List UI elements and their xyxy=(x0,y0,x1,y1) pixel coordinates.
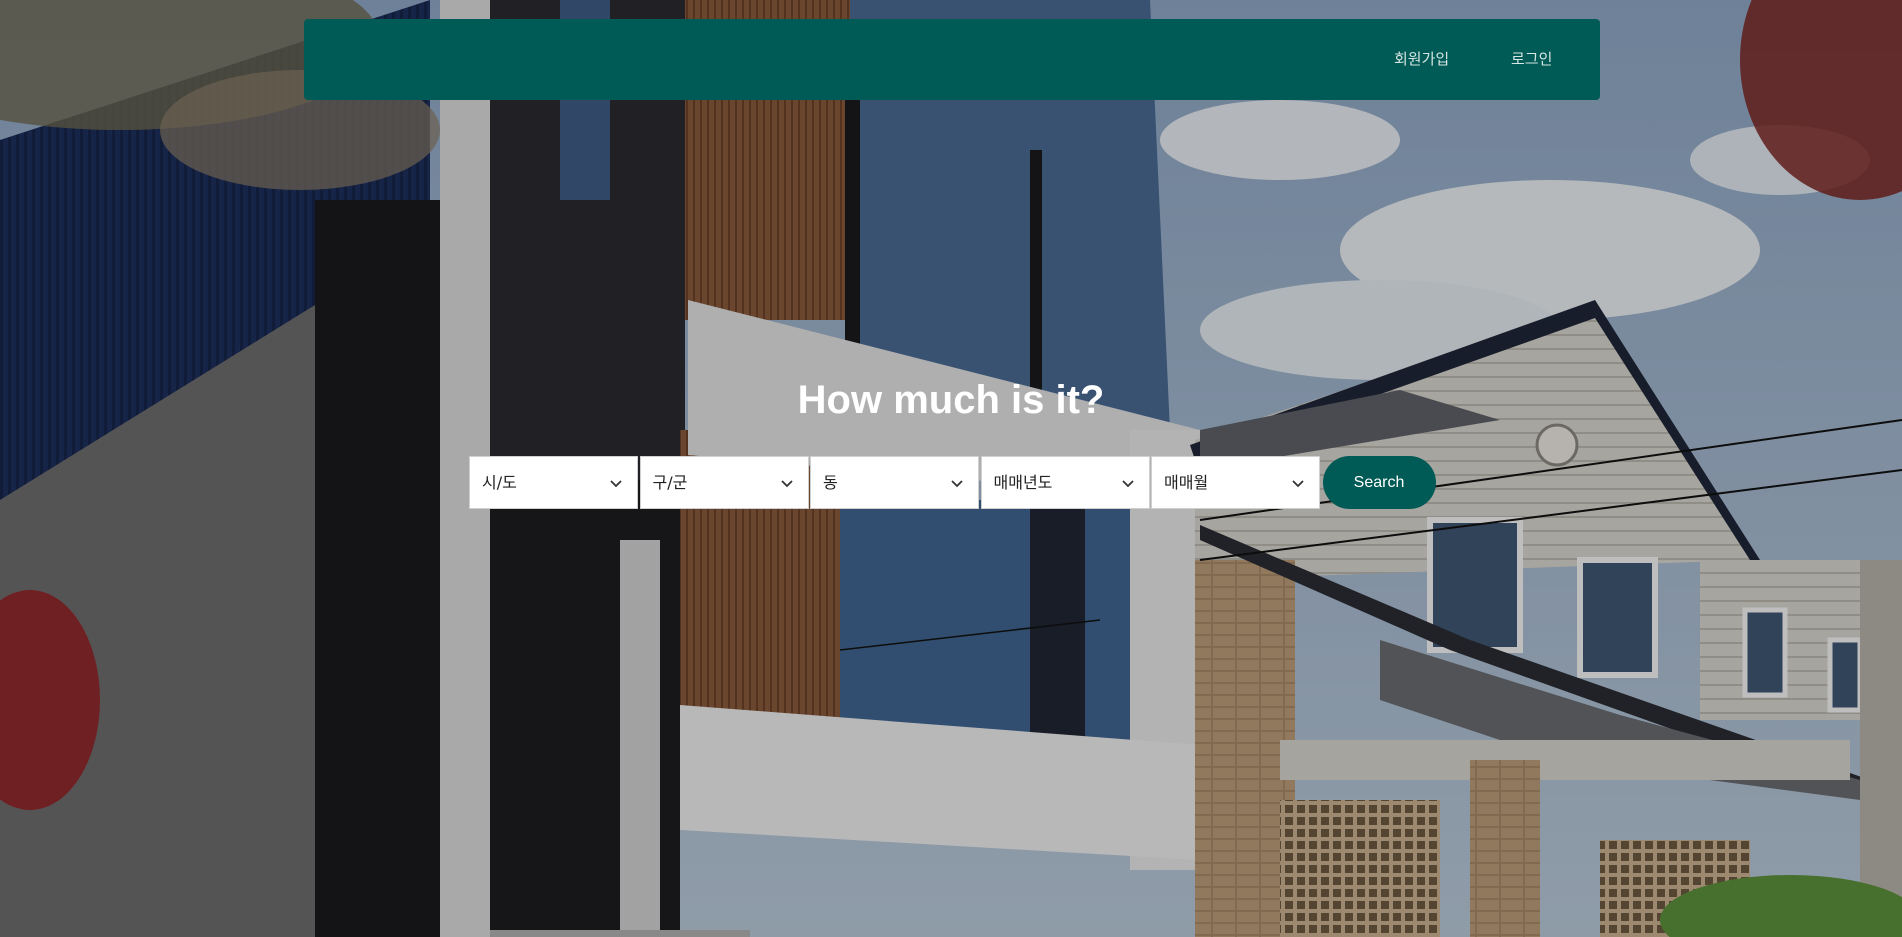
search-bar: 시/도 구/군 동 매매년도 매매월 Search xyxy=(469,455,1436,510)
chevron-down-icon xyxy=(951,480,963,488)
chevron-down-icon xyxy=(1292,480,1304,488)
chevron-down-icon xyxy=(1121,480,1134,488)
month-select[interactable]: 매매월 xyxy=(1151,456,1320,509)
chevron-down-icon xyxy=(610,480,622,488)
district-select[interactable]: 구/군 xyxy=(639,456,809,509)
hero-section: 회원가입 로그인 How much is it? 시/도 구/군 동 매매년도 … xyxy=(0,0,1902,937)
search-button[interactable]: Search xyxy=(1322,456,1436,509)
dong-select-label: 동 xyxy=(823,473,838,492)
month-select-label: 매매월 xyxy=(1164,473,1209,492)
year-select-label: 매매년도 xyxy=(993,473,1053,492)
login-link[interactable]: 로그인 xyxy=(1511,19,1552,100)
dong-select[interactable]: 동 xyxy=(810,456,979,509)
city-select[interactable]: 시/도 xyxy=(469,456,638,509)
year-select[interactable]: 매매년도 xyxy=(980,456,1150,509)
signup-link[interactable]: 회원가입 xyxy=(1394,19,1449,100)
chevron-down-icon xyxy=(780,480,793,488)
district-select-label: 구/군 xyxy=(652,473,688,492)
hero-title: How much is it? xyxy=(797,378,1105,422)
top-navbar: 회원가입 로그인 xyxy=(304,19,1600,100)
city-select-label: 시/도 xyxy=(482,473,517,492)
